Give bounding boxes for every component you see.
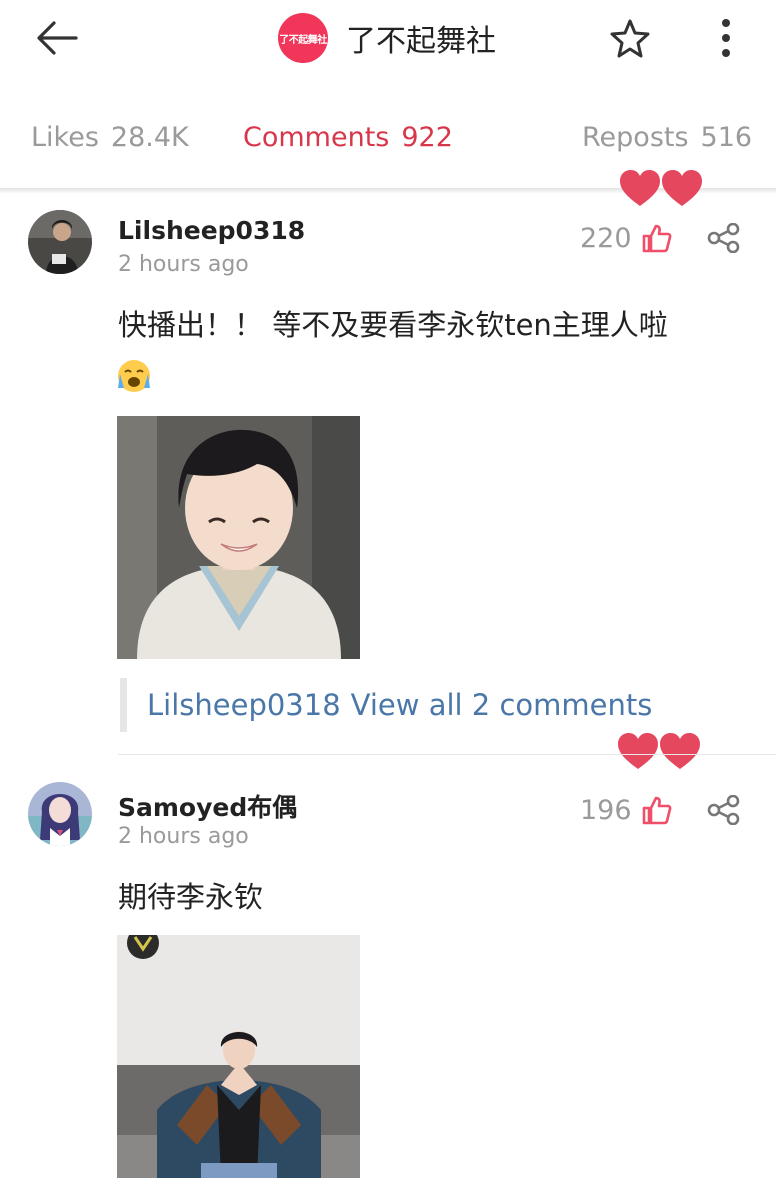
comment-divider (118, 754, 776, 755)
tab-comments[interactable]: Comments 922 (243, 122, 453, 153)
tab-likes-label: Likes (31, 122, 99, 153)
more-vertical-icon (722, 19, 730, 57)
channel-logo[interactable]: 了不起舞社 (278, 13, 328, 63)
more-options-button[interactable] (706, 14, 746, 62)
arrow-left-icon (37, 21, 78, 55)
channel-name: 了不起舞社 (346, 24, 496, 59)
comment-item: Samoyed布偶 2 hours ago 196 期待李永钦 (0, 782, 776, 1200)
share-button[interactable] (706, 220, 742, 256)
channel-header[interactable]: 了不起舞社 了不起舞社 (278, 12, 496, 64)
comment-item: Lilsheep0318 2 hours ago 220 快播出！！ 等不及要看… (0, 210, 776, 755)
tab-reposts-label: Reposts (582, 122, 689, 153)
avatar-image (28, 210, 92, 274)
view-all-replies-label: View all 2 comments (350, 688, 653, 722)
like-button[interactable]: 196 (580, 792, 672, 828)
like-button[interactable]: 220 (580, 220, 672, 256)
engagement-tabs: Likes 28.4K Comments 922 Reposts 516 (0, 112, 776, 174)
top-bar: 了不起舞社 了不起舞社 (0, 0, 776, 80)
tab-likes[interactable]: Likes 28.4K (31, 122, 189, 153)
tab-reposts[interactable]: Reposts 516 (582, 122, 752, 153)
timestamp: 2 hours ago (118, 824, 249, 849)
like-count: 196 (580, 794, 632, 826)
avatar[interactable] (28, 210, 92, 274)
comment-photo[interactable] (117, 935, 360, 1178)
timestamp: 2 hours ago (118, 252, 249, 277)
comment-text: 快播出！！ 等不及要看李永钦ten主理人啦 (118, 308, 668, 342)
username[interactable]: Samoyed布偶 (118, 788, 297, 824)
tab-likes-count: 28.4K (110, 122, 189, 153)
tab-comments-count: 922 (401, 122, 453, 153)
share-icon (707, 795, 740, 825)
tab-comments-label: Comments (243, 122, 390, 153)
like-count: 220 (580, 222, 632, 254)
thumbs-up-icon (642, 224, 671, 253)
thumbs-up-icon (642, 796, 671, 825)
avatar-image (28, 782, 92, 846)
tab-reposts-count: 516 (700, 122, 753, 153)
double-heart-icon (620, 170, 702, 206)
favorite-button[interactable] (606, 14, 654, 62)
crying-face-emoji (116, 358, 152, 394)
avatar[interactable] (28, 782, 92, 846)
star-outline-icon (610, 19, 650, 58)
back-button[interactable] (30, 14, 82, 62)
share-button[interactable] (706, 792, 742, 828)
comment-photo[interactable] (117, 416, 360, 659)
share-icon (707, 223, 740, 253)
view-replies-link[interactable]: Lilsheep0318 View all 2 comments (120, 678, 652, 732)
username[interactable]: Lilsheep0318 (118, 216, 305, 245)
reply-author: Lilsheep0318 (147, 688, 341, 722)
comment-text: 期待李永钦 (118, 880, 264, 914)
